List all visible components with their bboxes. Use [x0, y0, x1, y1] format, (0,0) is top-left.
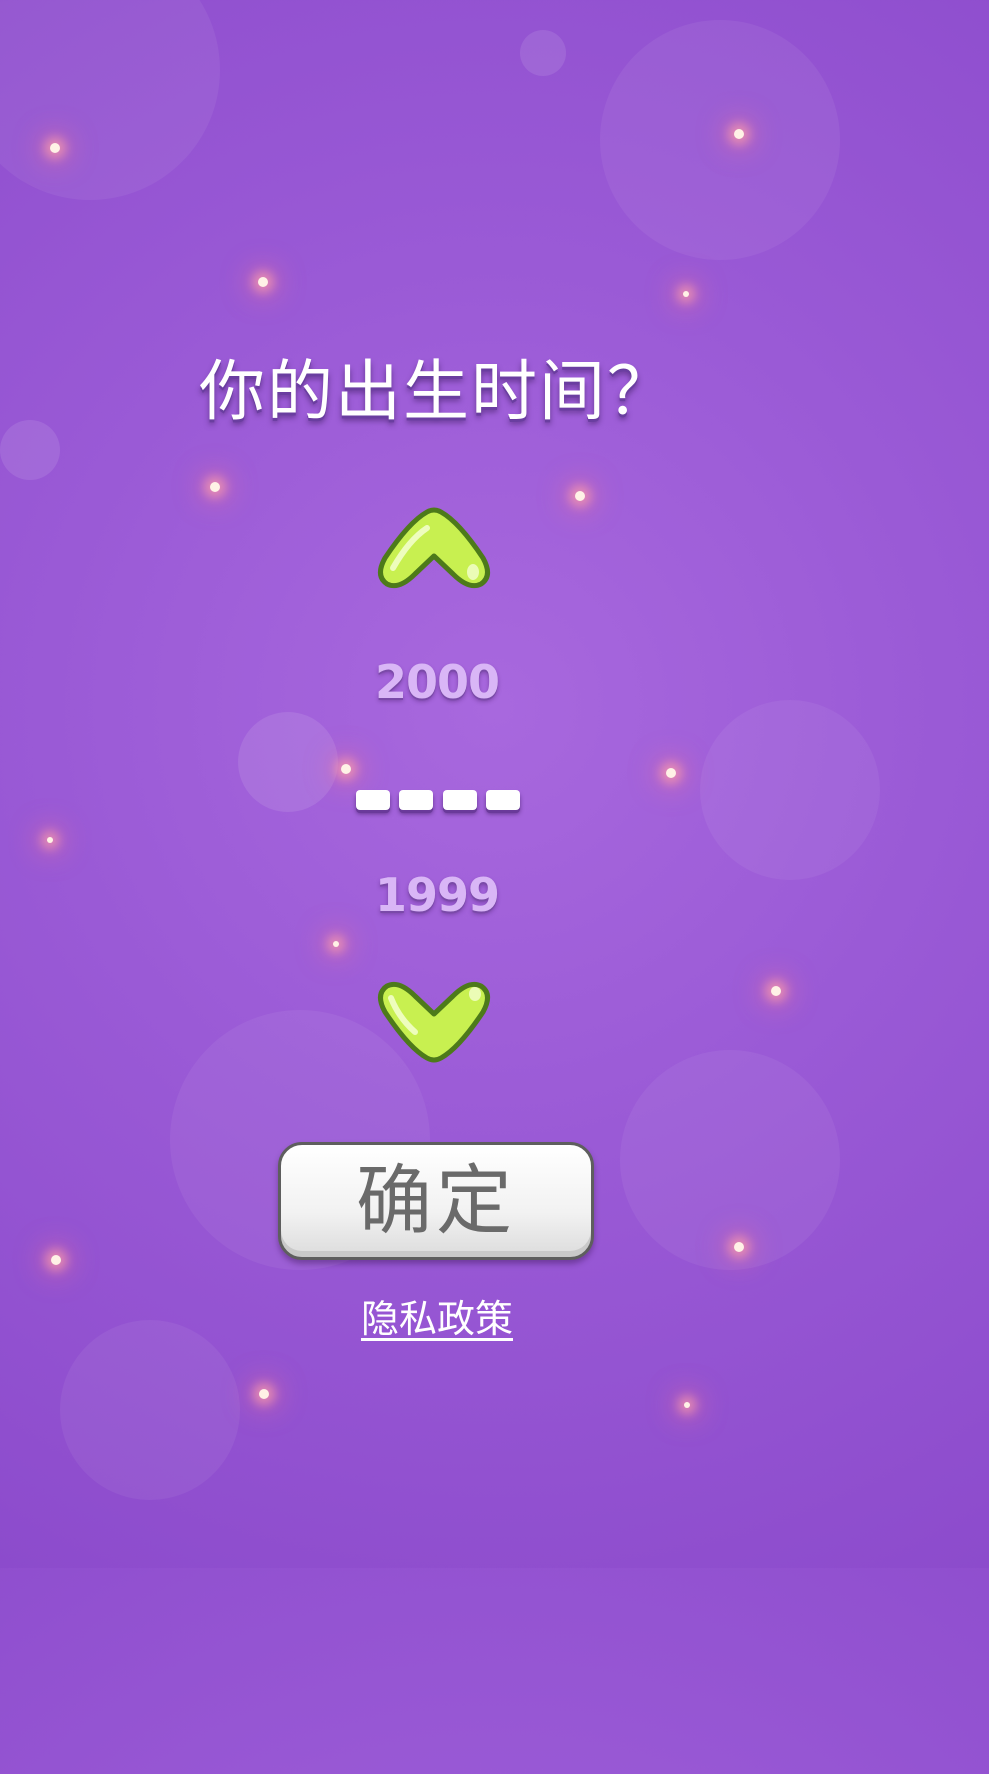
year-increment-button[interactable] — [369, 506, 499, 598]
digit-placeholder — [399, 790, 434, 810]
digit-placeholder — [442, 790, 477, 810]
next-year-value[interactable]: 2000 — [0, 655, 874, 709]
confirm-button-label: 确定 — [356, 1156, 516, 1245]
confirm-button[interactable]: 确定 — [278, 1142, 594, 1260]
page-title: 你的出生时间？ — [199, 353, 675, 430]
chevron-up-icon — [378, 507, 490, 589]
year-decrement-button[interactable] — [369, 972, 499, 1064]
digit-placeholder — [356, 790, 390, 810]
digit-placeholder — [485, 790, 520, 810]
selected-year-placeholder[interactable] — [356, 790, 520, 816]
chevron-down-icon — [378, 981, 490, 1063]
privacy-policy-link[interactable]: 隐私政策 — [0, 1288, 874, 1343]
previous-year-value[interactable]: 1999 — [0, 868, 874, 922]
